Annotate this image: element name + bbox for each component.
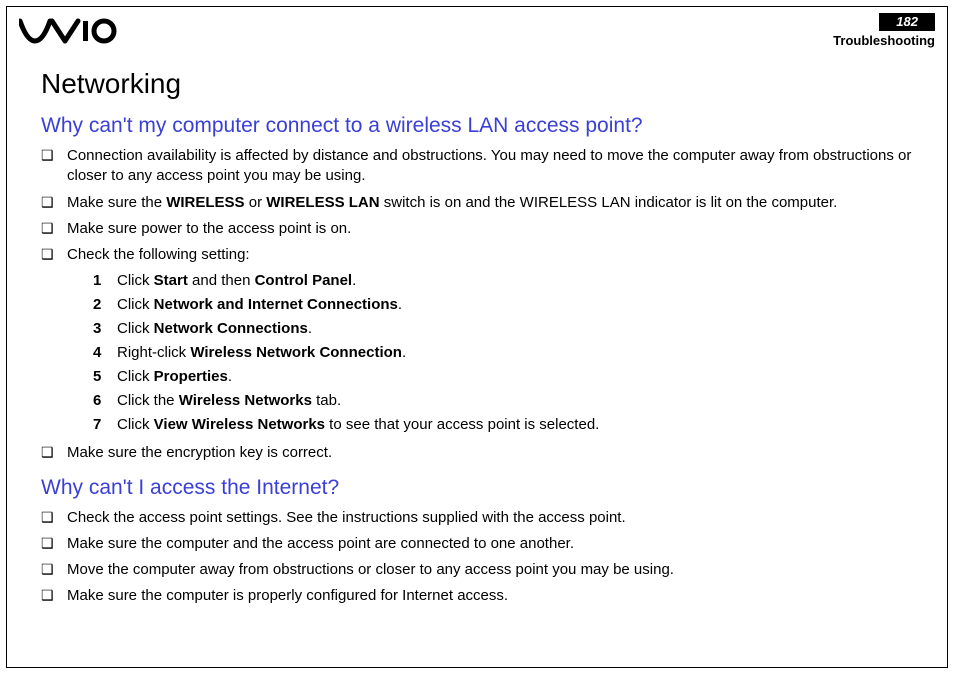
steps-list: 1Click Start and then Control Panel. 2Cl… <box>67 269 913 437</box>
step-number: 5 <box>93 365 117 389</box>
text: Click the <box>117 392 179 409</box>
bold-text: Network Connections <box>154 320 308 337</box>
document-page: 182 Troubleshooting Networking Why can't… <box>6 6 948 668</box>
step-item: 7Click View Wireless Networks to see tha… <box>93 413 913 437</box>
text: Check the following setting: <box>67 246 250 263</box>
question-1-list: Connection availability is affected by d… <box>41 146 913 464</box>
text: switch is on and the WIRELESS LAN indica… <box>380 194 838 211</box>
bold-text: Control Panel <box>255 272 353 289</box>
step-number: 1 <box>93 269 117 293</box>
next-page-icon[interactable] <box>921 13 935 31</box>
vaio-logo-svg <box>19 17 119 45</box>
page-navigator: 182 Troubleshooting <box>833 13 935 48</box>
step-item: 4Right-click Wireless Network Connection… <box>93 341 913 365</box>
step-number: 6 <box>93 389 117 413</box>
question-2-list: Check the access point settings. See the… <box>41 508 913 607</box>
bold-text: WIRELESS <box>166 194 244 211</box>
page-title: Networking <box>41 68 913 100</box>
step-item: 6Click the Wireless Networks tab. <box>93 389 913 413</box>
text: . <box>398 296 402 313</box>
text: Right-click <box>117 344 190 361</box>
list-item: Make sure the computer is properly confi… <box>41 586 913 606</box>
text: . <box>228 368 232 385</box>
bold-text: WIRELESS LAN <box>266 194 379 211</box>
step-item: 1Click Start and then Control Panel. <box>93 269 913 293</box>
section-label: Troubleshooting <box>833 33 935 48</box>
text: or <box>245 194 267 211</box>
page-number: 182 <box>892 13 922 31</box>
text: . <box>308 320 312 337</box>
step-number: 7 <box>93 413 117 437</box>
bold-text: Wireless Network Connection <box>190 344 402 361</box>
step-item: 3Click Network Connections. <box>93 317 913 341</box>
list-item: Check the following setting: 1Click Star… <box>41 245 913 437</box>
step-item: 5Click Properties. <box>93 365 913 389</box>
list-item: Connection availability is affected by d… <box>41 146 913 187</box>
list-item: Make sure the encryption key is correct. <box>41 443 913 463</box>
question-1-heading: Why can't my computer connect to a wirel… <box>41 114 913 138</box>
text: . <box>352 272 356 289</box>
text: tab. <box>312 392 341 409</box>
page-number-nav[interactable]: 182 <box>879 13 935 31</box>
bold-text: Properties <box>154 368 228 385</box>
step-item: 2Click Network and Internet Connections. <box>93 293 913 317</box>
list-item: Make sure the WIRELESS or WIRELESS LAN s… <box>41 193 913 213</box>
text: Click <box>117 296 154 313</box>
text: to see that your access point is selecte… <box>325 416 599 433</box>
text: Click <box>117 320 154 337</box>
text: Make sure the <box>67 194 166 211</box>
list-item: Make sure power to the access point is o… <box>41 219 913 239</box>
text: . <box>402 344 406 361</box>
text: and then <box>188 272 255 289</box>
bold-text: Start <box>154 272 188 289</box>
list-item: Move the computer away from obstructions… <box>41 560 913 580</box>
prev-page-icon[interactable] <box>879 13 893 31</box>
step-number: 4 <box>93 341 117 365</box>
question-2-heading: Why can't I access the Internet? <box>41 476 913 500</box>
list-item: Make sure the computer and the access po… <box>41 534 913 554</box>
bold-text: Wireless Networks <box>179 392 312 409</box>
bold-text: Network and Internet Connections <box>154 296 398 313</box>
page-content: Networking Why can't my computer connect… <box>7 48 947 607</box>
text: Click <box>117 368 154 385</box>
bold-text: View Wireless Networks <box>154 416 325 433</box>
text: Click <box>117 272 154 289</box>
page-header: 182 Troubleshooting <box>7 7 947 48</box>
text: Click <box>117 416 154 433</box>
vaio-logo <box>19 13 119 45</box>
list-item: Check the access point settings. See the… <box>41 508 913 528</box>
step-number: 3 <box>93 317 117 341</box>
step-number: 2 <box>93 293 117 317</box>
